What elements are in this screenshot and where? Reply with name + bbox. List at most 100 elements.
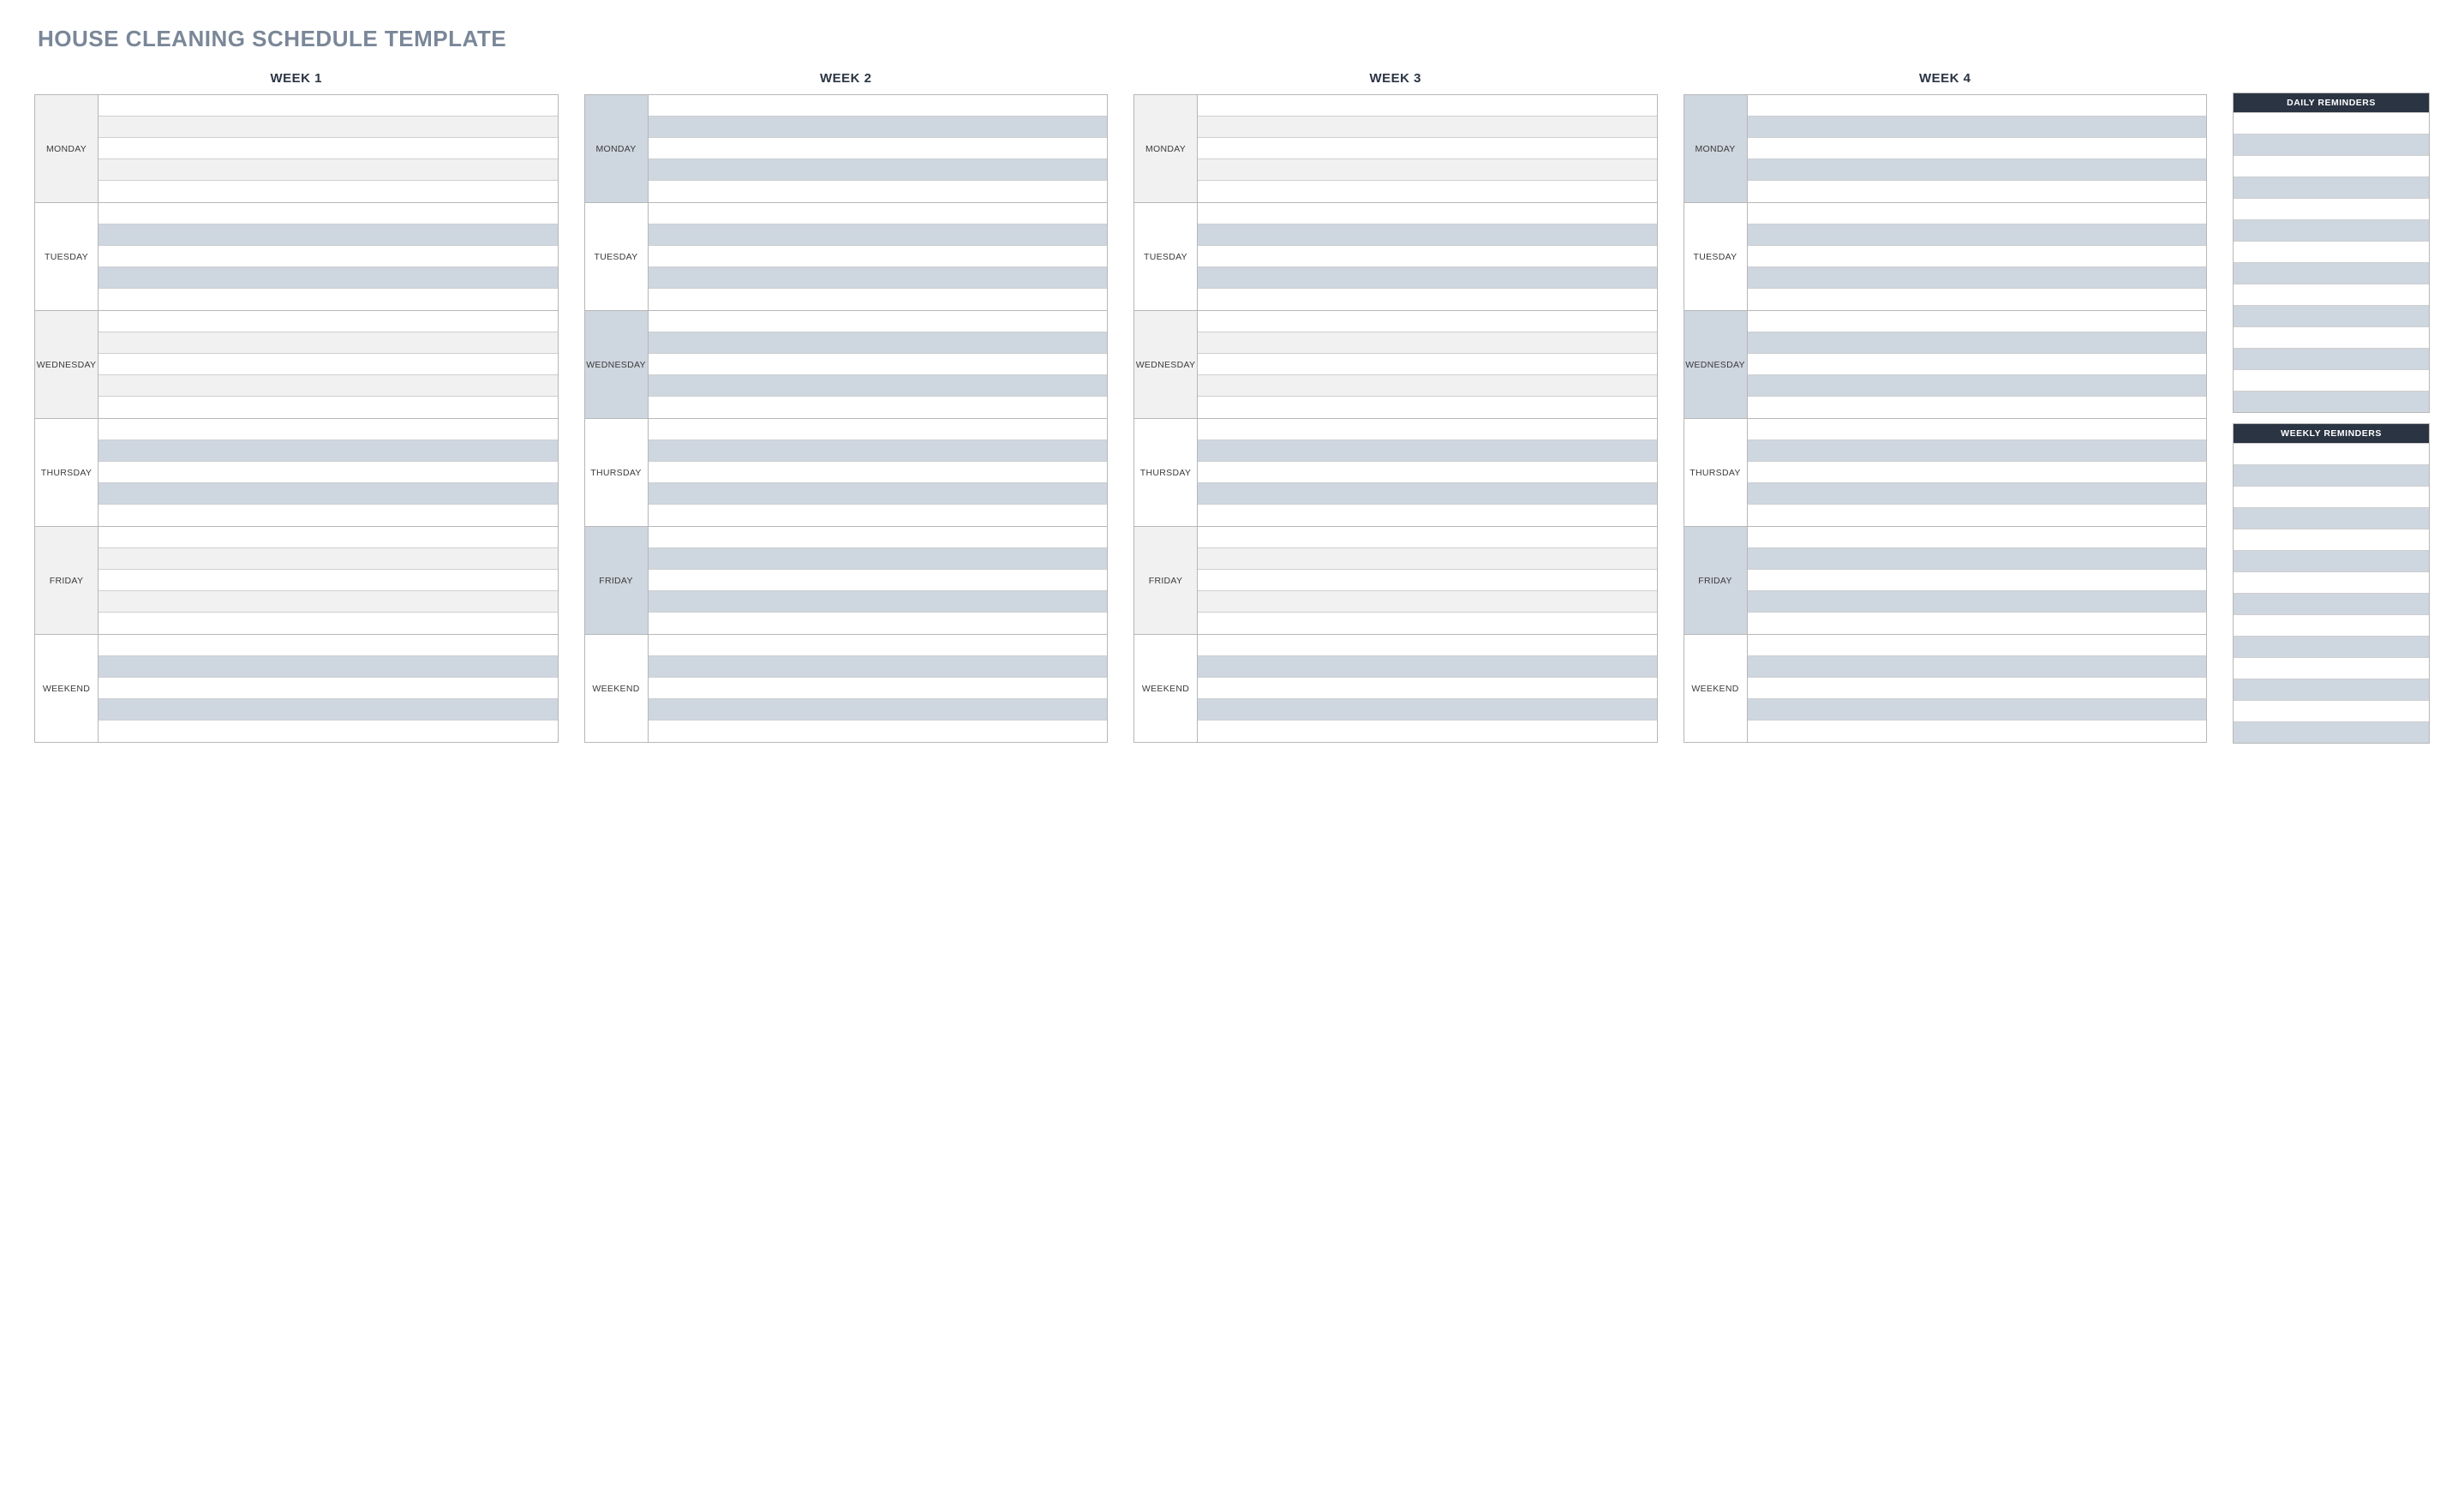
task-row[interactable] — [1198, 440, 1657, 462]
task-row[interactable] — [99, 246, 558, 267]
task-row[interactable] — [99, 419, 558, 440]
task-row[interactable] — [1198, 591, 1657, 613]
task-row[interactable] — [649, 203, 1108, 224]
reminder-row[interactable] — [2234, 305, 2429, 326]
task-row[interactable] — [649, 721, 1108, 742]
task-row[interactable] — [99, 505, 558, 526]
reminder-row[interactable] — [2234, 614, 2429, 636]
task-row[interactable] — [99, 332, 558, 354]
reminder-row[interactable] — [2234, 593, 2429, 614]
task-row[interactable] — [649, 397, 1108, 418]
task-row[interactable] — [649, 548, 1108, 570]
reminder-row[interactable] — [2234, 464, 2429, 486]
task-row[interactable] — [1748, 311, 2207, 332]
task-row[interactable] — [99, 354, 558, 375]
task-row[interactable] — [99, 699, 558, 721]
task-row[interactable] — [1198, 375, 1657, 397]
task-row[interactable] — [649, 591, 1108, 613]
task-row[interactable] — [99, 462, 558, 483]
task-row[interactable] — [99, 375, 558, 397]
task-row[interactable] — [649, 354, 1108, 375]
task-row[interactable] — [649, 375, 1108, 397]
reminder-row[interactable] — [2234, 241, 2429, 262]
task-row[interactable] — [1198, 527, 1657, 548]
task-row[interactable] — [1198, 159, 1657, 181]
task-row[interactable] — [99, 656, 558, 678]
task-row[interactable] — [1198, 267, 1657, 289]
task-row[interactable] — [99, 289, 558, 310]
reminder-row[interactable] — [2234, 721, 2429, 743]
task-row[interactable] — [649, 332, 1108, 354]
task-row[interactable] — [99, 203, 558, 224]
reminder-row[interactable] — [2234, 391, 2429, 412]
reminder-row[interactable] — [2234, 219, 2429, 241]
task-row[interactable] — [1198, 635, 1657, 656]
task-row[interactable] — [1198, 699, 1657, 721]
task-row[interactable] — [649, 635, 1108, 656]
reminder-row[interactable] — [2234, 369, 2429, 391]
task-row[interactable] — [1198, 462, 1657, 483]
task-row[interactable] — [1748, 203, 2207, 224]
task-row[interactable] — [649, 246, 1108, 267]
reminder-row[interactable] — [2234, 155, 2429, 176]
task-row[interactable] — [99, 311, 558, 332]
reminder-row[interactable] — [2234, 529, 2429, 550]
task-row[interactable] — [649, 570, 1108, 591]
task-row[interactable] — [99, 591, 558, 613]
task-row[interactable] — [1748, 548, 2207, 570]
task-row[interactable] — [99, 570, 558, 591]
task-row[interactable] — [1748, 483, 2207, 505]
task-row[interactable] — [1748, 591, 2207, 613]
task-row[interactable] — [1198, 95, 1657, 117]
task-row[interactable] — [1198, 224, 1657, 246]
task-row[interactable] — [99, 117, 558, 138]
reminder-row[interactable] — [2234, 507, 2429, 529]
task-row[interactable] — [1748, 246, 2207, 267]
task-row[interactable] — [1198, 483, 1657, 505]
task-row[interactable] — [99, 483, 558, 505]
task-row[interactable] — [649, 483, 1108, 505]
task-row[interactable] — [1198, 181, 1657, 202]
task-row[interactable] — [649, 527, 1108, 548]
task-row[interactable] — [1748, 397, 2207, 418]
task-row[interactable] — [1748, 332, 2207, 354]
reminder-row[interactable] — [2234, 326, 2429, 348]
task-row[interactable] — [649, 159, 1108, 181]
task-row[interactable] — [1748, 505, 2207, 526]
task-row[interactable] — [99, 397, 558, 418]
task-row[interactable] — [1198, 613, 1657, 634]
task-row[interactable] — [99, 527, 558, 548]
task-row[interactable] — [99, 678, 558, 699]
task-row[interactable] — [1748, 570, 2207, 591]
task-row[interactable] — [1748, 117, 2207, 138]
task-row[interactable] — [649, 224, 1108, 246]
task-row[interactable] — [649, 656, 1108, 678]
task-row[interactable] — [649, 613, 1108, 634]
task-row[interactable] — [99, 159, 558, 181]
task-row[interactable] — [1198, 721, 1657, 742]
task-row[interactable] — [1198, 678, 1657, 699]
task-row[interactable] — [1198, 138, 1657, 159]
task-row[interactable] — [1198, 203, 1657, 224]
task-row[interactable] — [1748, 721, 2207, 742]
task-row[interactable] — [1198, 505, 1657, 526]
task-row[interactable] — [649, 440, 1108, 462]
reminder-row[interactable] — [2234, 679, 2429, 700]
task-row[interactable] — [99, 95, 558, 117]
task-row[interactable] — [1748, 267, 2207, 289]
reminder-row[interactable] — [2234, 284, 2429, 305]
task-row[interactable] — [1748, 656, 2207, 678]
task-row[interactable] — [1198, 570, 1657, 591]
task-row[interactable] — [1748, 699, 2207, 721]
task-row[interactable] — [99, 548, 558, 570]
task-row[interactable] — [1748, 375, 2207, 397]
task-row[interactable] — [649, 699, 1108, 721]
task-row[interactable] — [1198, 419, 1657, 440]
task-row[interactable] — [649, 267, 1108, 289]
task-row[interactable] — [1198, 656, 1657, 678]
task-row[interactable] — [1198, 548, 1657, 570]
task-row[interactable] — [1198, 332, 1657, 354]
task-row[interactable] — [649, 419, 1108, 440]
task-row[interactable] — [1748, 159, 2207, 181]
task-row[interactable] — [99, 267, 558, 289]
